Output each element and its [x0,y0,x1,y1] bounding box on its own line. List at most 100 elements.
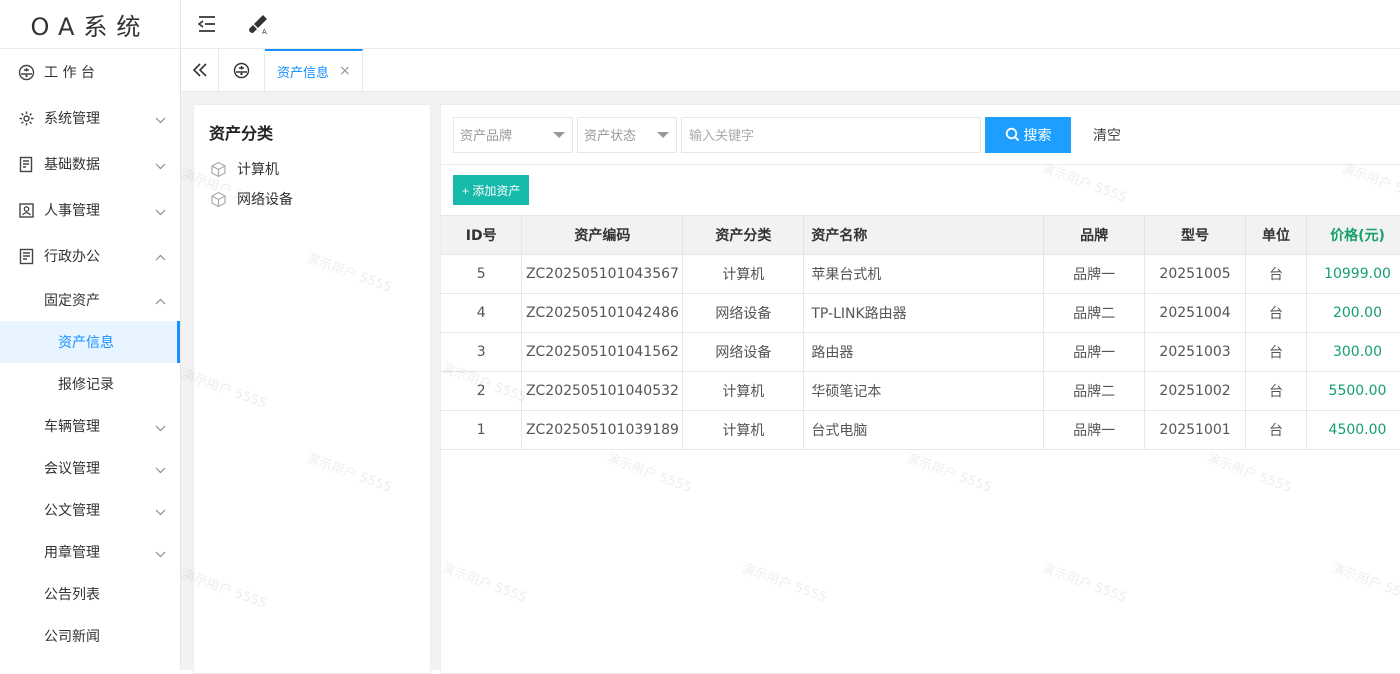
cell-name: 苹果台式机 [804,255,1044,294]
gear-icon [17,110,35,127]
category-item-computer[interactable]: 计算机 [209,154,430,184]
category-item-network[interactable]: 网络设备 [209,184,430,214]
top-header: A [181,0,1400,49]
sidebar-item-documents[interactable]: 公文管理 [0,489,180,531]
cell-brand: 品牌二 [1044,372,1145,411]
cell-name: 路由器 [804,333,1044,372]
cell-model: 20251002 [1145,372,1246,411]
cell-price: 5500.00 [1306,372,1400,411]
status-select[interactable]: 资产状态 [577,117,677,153]
asset-category-panel: 资产分类 计算机 网络设备 [193,104,431,674]
cell-unit: 台 [1246,333,1307,372]
sidebar-item-vehicles[interactable]: 车辆管理 [0,405,180,447]
sidebar-item-hr[interactable]: 人事管理 [0,187,180,233]
sidebar-item-basic-data[interactable]: 基础数据 [0,141,180,187]
sidebar-item-label: 公文管理 [44,500,100,520]
person-card-icon [17,202,35,219]
col-header-category[interactable]: 资产分类 [683,216,804,255]
sidebar-item-notices[interactable]: 公告列表 [0,573,180,615]
cell-id: 3 [441,333,522,372]
cell-model: 20251005 [1145,255,1246,294]
svg-text:A: A [262,28,267,35]
keyword-input[interactable]: 输入关键字 [681,117,981,153]
chevron-up-icon [155,295,166,311]
cell-unit: 台 [1246,294,1307,333]
cell-brand: 品牌二 [1044,294,1145,333]
close-icon[interactable]: × [339,63,351,79]
col-header-unit[interactable]: 单位 [1246,216,1307,255]
sidebar-item-fixed-assets[interactable]: 固定资产 [0,279,180,321]
col-header-code[interactable]: 资产编码 [522,216,683,255]
brand-select[interactable]: 资产品牌 [453,117,573,153]
cell-brand: 品牌一 [1044,255,1145,294]
col-header-id[interactable]: ID号 [441,216,522,255]
cell-price: 4500.00 [1306,411,1400,450]
sidebar-item-admin-office[interactable]: 行政办公 [0,233,180,279]
chevron-down-icon [155,159,166,175]
table-row[interactable]: 5 ZC202505101043567 计算机 苹果台式机 品牌一 202510… [441,255,1400,294]
category-label: 计算机 [237,159,279,179]
cell-price: 300.00 [1306,333,1400,372]
asset-table: ID号 资产编码 资产分类 资产名称 品牌 型号 单位 价格(元) 5 ZC20… [441,215,1400,450]
sidebar-item-label: 报修记录 [58,374,114,394]
chevron-down-icon [155,205,166,221]
table-row[interactable]: 1 ZC202505101039189 计算机 台式电脑 品牌一 2025100… [441,411,1400,450]
cell-unit: 台 [1246,255,1307,294]
cell-model: 20251003 [1145,333,1246,372]
cube-icon [209,191,227,208]
cell-brand: 品牌一 [1044,333,1145,372]
sidebar-item-system[interactable]: 系统管理 [0,95,180,141]
add-asset-button[interactable]: + 添加资产 [453,175,529,205]
cell-id: 5 [441,255,522,294]
cell-price: 200.00 [1306,294,1400,333]
home-tab-dashboard-icon[interactable] [219,49,265,91]
menu-fold-icon[interactable] [191,8,223,40]
sidebar-item-label: 会议管理 [44,458,100,478]
table-row[interactable]: 4 ZC202505101042486 网络设备 TP-LINK路由器 品牌二 … [441,294,1400,333]
cell-code: ZC202505101039189 [522,411,683,450]
sidebar-item-dashboard[interactable]: 工 作 台 [0,49,180,95]
table-row[interactable]: 3 ZC202505101041562 网络设备 路由器 品牌一 2025100… [441,333,1400,372]
clear-button[interactable]: 清空 [1093,125,1121,145]
col-header-price[interactable]: 价格(元) [1306,216,1400,255]
cell-model: 20251001 [1145,411,1246,450]
chevron-up-icon [155,251,166,267]
cell-name: 华硕笔记本 [804,372,1044,411]
brand-select-placeholder: 资产品牌 [460,125,512,144]
sidebar-item-repair-records[interactable]: 报修记录 [0,363,180,405]
search-button[interactable]: 搜索 [985,117,1071,153]
cell-code: ZC202505101043567 [522,255,683,294]
cell-model: 20251004 [1145,294,1246,333]
chevron-down-icon [155,463,166,479]
sidebar-item-asset-info[interactable]: 资产信息 [0,321,180,363]
col-header-name[interactable]: 资产名称 [804,216,1044,255]
sidebar-item-label: 人事管理 [44,200,100,220]
col-header-model[interactable]: 型号 [1145,216,1246,255]
cell-unit: 台 [1246,372,1307,411]
cell-id: 2 [441,372,522,411]
theme-brush-icon[interactable]: A [242,8,274,40]
chevron-down-icon [155,113,166,129]
cell-category: 计算机 [683,255,804,294]
tab-asset-info[interactable]: 资产信息 × [265,49,363,91]
office-icon [17,248,35,265]
chevron-down-icon [155,505,166,521]
sidebar-item-label: 资产信息 [58,332,114,352]
dashboard-icon [17,64,35,81]
sidebar-item-seals[interactable]: 用章管理 [0,531,180,573]
app-logo: OA系统 [0,0,180,49]
document-icon [17,156,35,173]
filter-bar: 资产品牌 资产状态 输入关键字 搜索 清空 [441,105,1400,165]
keyword-placeholder: 输入关键字 [689,125,754,144]
sidebar-item-label: 用章管理 [44,542,100,562]
sidebar-item-news[interactable]: 公司新闻 [0,615,180,657]
col-header-brand[interactable]: 品牌 [1044,216,1145,255]
sidebar-item-label: 行政办公 [44,246,100,266]
cell-category: 网络设备 [683,294,804,333]
cell-price: 10999.00 [1306,255,1400,294]
cell-name: 台式电脑 [804,411,1044,450]
sidebar-item-meetings[interactable]: 会议管理 [0,447,180,489]
collapse-tabs-left-icon[interactable] [181,49,219,91]
status-select-placeholder: 资产状态 [584,125,636,144]
table-row[interactable]: 2 ZC202505101040532 计算机 华硕笔记本 品牌二 202510… [441,372,1400,411]
